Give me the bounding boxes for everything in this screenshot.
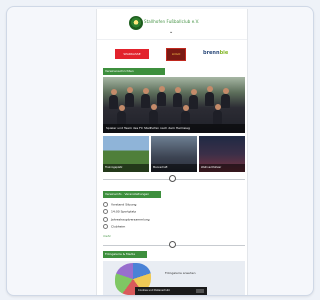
player-figure bbox=[109, 95, 118, 109]
chevron-down-icon[interactable]: ⌄ bbox=[169, 29, 173, 35]
section-heading-gallery: Fotogalerie & Media bbox=[103, 251, 147, 258]
thumbnail-caption: Trainingsplatz bbox=[103, 164, 149, 172]
hero-caption[interactable]: Spieler und Team des FC Stallhofen nach … bbox=[103, 124, 245, 133]
soccer-ball-icon bbox=[169, 241, 176, 248]
player-figure bbox=[173, 93, 182, 107]
sponsor-3-text-b: bie bbox=[219, 50, 229, 56]
player-figure bbox=[125, 93, 134, 107]
thumbnail-caption: Mannschaft bbox=[151, 164, 197, 172]
player-figure bbox=[213, 110, 222, 124]
list-item[interactable]: Vorstand Sitzung bbox=[103, 202, 136, 207]
more-link[interactable]: mehr bbox=[103, 234, 111, 238]
cookie-banner[interactable]: Cookies und Datenschutz bbox=[135, 287, 207, 295]
page-card: Stallhofen Fußballclub e.V. ⌄ SPARKASSE … bbox=[6, 6, 314, 296]
site-title[interactable]: Stallhofen Fußballclub e.V. bbox=[144, 19, 199, 24]
sponsor-bar: SPARKASSE LOGO brennbie bbox=[97, 47, 247, 61]
sponsor-logo-3[interactable]: brennbie bbox=[203, 50, 228, 56]
list-item[interactable]: Jahreshauptversammlung bbox=[103, 217, 150, 222]
mobile-viewport[interactable]: Stallhofen Fußballclub e.V. ⌄ SPARKASSE … bbox=[96, 9, 248, 295]
list-item-text: Jahreshauptversammlung bbox=[111, 217, 150, 222]
sponsor-3-text-a: brenn bbox=[203, 50, 220, 56]
thumbnail-row: Trainingsplatz Mannschaft Weihnachtsfeie… bbox=[103, 136, 245, 172]
cookie-accept-button[interactable] bbox=[196, 289, 204, 293]
list-item-text: 14:00 Sportplatz bbox=[111, 209, 136, 214]
thumbnail-card[interactable]: Weihnachtsfeier bbox=[199, 136, 245, 172]
player-figure bbox=[221, 94, 230, 108]
thumbnail-caption: Weihnachtsfeier bbox=[199, 164, 245, 172]
list-item-text: Clubheim bbox=[111, 224, 126, 229]
sponsor-logo-1[interactable]: SPARKASSE bbox=[115, 49, 149, 59]
club-crest-icon[interactable] bbox=[129, 16, 143, 30]
player-figure bbox=[205, 92, 214, 106]
list-item[interactable]: Clubheim bbox=[103, 224, 125, 229]
list-item-text: Vorstand Sitzung bbox=[111, 202, 137, 207]
player-figure bbox=[149, 110, 158, 124]
player-figure bbox=[117, 111, 126, 125]
thumbnail-card[interactable]: Mannschaft bbox=[151, 136, 197, 172]
soccer-ball-icon bbox=[169, 175, 176, 182]
calendar-icon bbox=[103, 217, 108, 222]
player-figure bbox=[181, 111, 190, 125]
player-figure bbox=[157, 92, 166, 106]
section-heading-events: Vereinsinfo · Veranstaltungen bbox=[103, 191, 161, 198]
gallery-teaser-text: Fotogalerie ansehen bbox=[165, 271, 196, 275]
list-item[interactable]: 14:00 Sportplatz bbox=[103, 209, 136, 214]
clock-icon bbox=[103, 209, 108, 214]
location-icon bbox=[103, 224, 108, 229]
sponsor-logo-2[interactable]: LOGO bbox=[166, 48, 186, 61]
player-figure bbox=[141, 94, 150, 108]
section-heading-news: Vereinsnachrichten bbox=[103, 68, 165, 75]
calendar-icon bbox=[103, 202, 108, 207]
hero-image[interactable]: Spieler und Team des FC Stallhofen nach … bbox=[103, 77, 245, 133]
thumbnail-card[interactable]: Trainingsplatz bbox=[103, 136, 149, 172]
cookie-text: Cookies und Datenschutz bbox=[138, 289, 170, 292]
site-header: Stallhofen Fußballclub e.V. ⌄ bbox=[97, 9, 247, 40]
player-figure bbox=[189, 95, 198, 109]
